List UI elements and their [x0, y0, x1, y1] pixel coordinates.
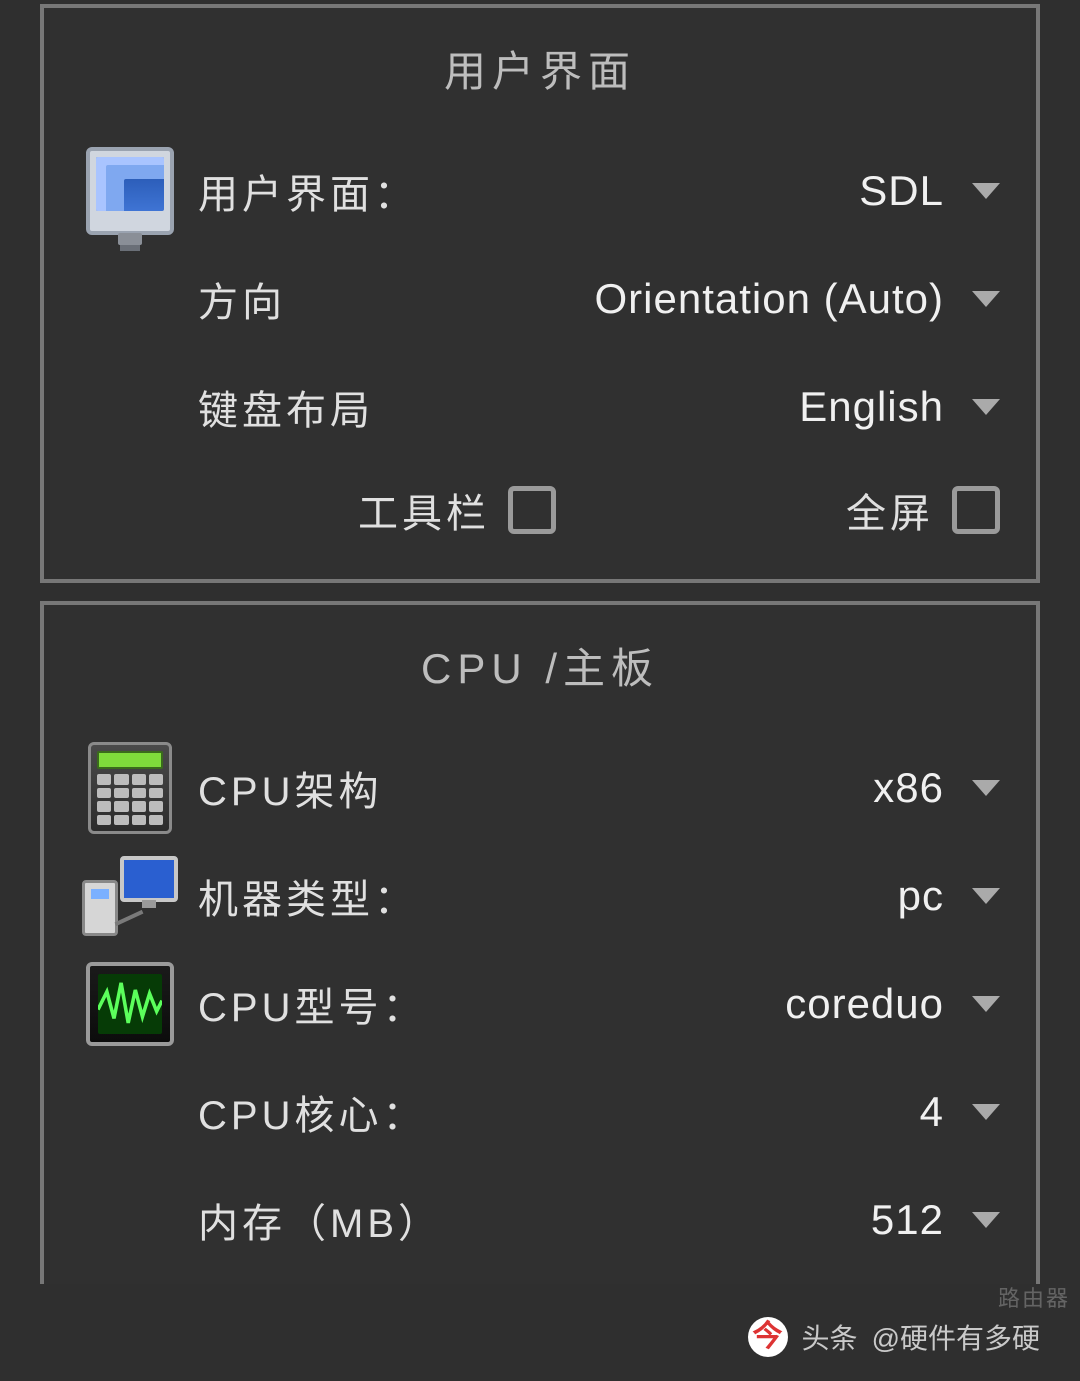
memory-label: 内存（MB）: [198, 1191, 442, 1249]
chevron-down-icon: [972, 1212, 1000, 1228]
watermark-badge-icon: 今: [748, 1317, 788, 1357]
watermark-handle: @硬件有多硬: [872, 1317, 1040, 1357]
row-cores: CPU核心： 4: [80, 1058, 1000, 1166]
machine-dropdown[interactable]: pc: [898, 872, 1000, 920]
arch-value: x86: [873, 764, 944, 812]
toolbar-checkbox-label: 工具栏: [358, 481, 490, 539]
orientation-label: 方向: [198, 270, 286, 328]
chevron-down-icon: [972, 399, 1000, 415]
orientation-dropdown[interactable]: Orientation (Auto): [595, 275, 1001, 323]
ui-label: 用户界面：: [198, 162, 418, 220]
row-orientation: 方向 Orientation (Auto): [80, 245, 1000, 353]
fullscreen-checkbox[interactable]: [952, 486, 1000, 534]
model-label: CPU型号：: [198, 975, 426, 1033]
chevron-down-icon: [972, 183, 1000, 199]
footer-watermark: 今 头条 @硬件有多硬: [748, 1317, 1040, 1357]
chevron-down-icon: [972, 291, 1000, 307]
row-keyboard: 键盘布局 English: [80, 353, 1000, 461]
keyboard-label: 键盘布局: [198, 378, 374, 436]
machine-label: 机器类型：: [198, 867, 418, 925]
arch-dropdown[interactable]: x86: [873, 764, 1000, 812]
orientation-value: Orientation (Auto): [595, 275, 945, 323]
ui-panel-title: 用户界面: [80, 38, 1000, 99]
memory-value: 512: [871, 1196, 944, 1244]
fullscreen-checkbox-label: 全屏: [846, 481, 934, 539]
ui-panel: 用户界面 用户界面： SDL 方向 Orientation (Auto) 键盘布…: [40, 4, 1040, 583]
row-arch: CPU架构 x86: [80, 734, 1000, 842]
ui-value: SDL: [859, 167, 944, 215]
row-ui: 用户界面： SDL: [80, 137, 1000, 245]
model-value: coreduo: [785, 980, 944, 1028]
network-computers-icon: [80, 856, 180, 936]
chevron-down-icon: [972, 888, 1000, 904]
calculator-icon: [80, 742, 180, 834]
row-model: CPU型号： coreduo: [80, 950, 1000, 1058]
oscilloscope-icon: [80, 962, 180, 1046]
row-memory: 内存（MB） 512: [80, 1166, 1000, 1274]
chevron-down-icon: [972, 780, 1000, 796]
machine-value: pc: [898, 872, 944, 920]
keyboard-dropdown[interactable]: English: [799, 383, 1000, 431]
keyboard-value: English: [799, 383, 944, 431]
arch-label: CPU架构: [198, 759, 382, 817]
cores-value: 4: [920, 1088, 944, 1136]
model-dropdown[interactable]: coreduo: [785, 980, 1000, 1028]
checkbox-row: 工具栏 全屏: [80, 481, 1000, 539]
chevron-down-icon: [972, 996, 1000, 1012]
cores-label: CPU核心：: [198, 1083, 426, 1141]
cores-dropdown[interactable]: 4: [920, 1088, 1000, 1136]
memory-dropdown[interactable]: 512: [871, 1196, 1000, 1244]
row-machine: 机器类型： pc: [80, 842, 1000, 950]
corner-watermark: 路由器: [998, 1281, 1070, 1313]
toolbar-checkbox[interactable]: [508, 486, 556, 534]
chevron-down-icon: [972, 1104, 1000, 1120]
toolbar-checkbox-group[interactable]: 工具栏: [358, 481, 556, 539]
cpu-panel-title: CPU /主板: [80, 635, 1000, 696]
watermark-prefix: 头条: [802, 1317, 858, 1357]
monitor-icon: [80, 147, 180, 235]
cpu-panel: CPU /主板 CPU架构 x86 机器类型： pc: [40, 601, 1040, 1284]
ui-dropdown[interactable]: SDL: [859, 167, 1000, 215]
fullscreen-checkbox-group[interactable]: 全屏: [846, 481, 1000, 539]
